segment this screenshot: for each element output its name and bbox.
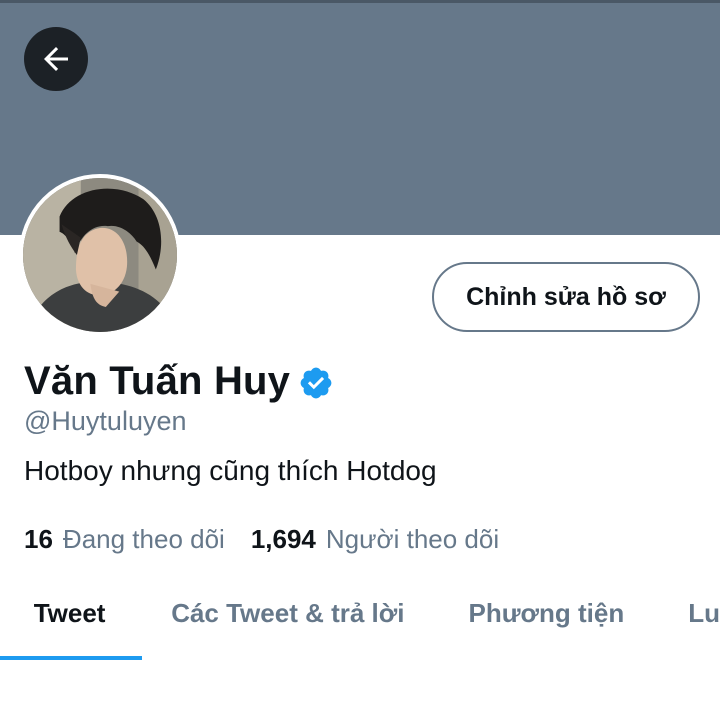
tab-media-label: Phương tiện xyxy=(468,597,625,628)
following-count: 16 xyxy=(24,524,53,554)
name-row: Văn Tuấn Huy xyxy=(24,353,334,409)
active-tab-indicator xyxy=(0,656,142,660)
profile-photo xyxy=(23,178,177,332)
following-label: Đang theo dõi xyxy=(62,524,225,554)
tab-tweets-label: Tweet xyxy=(33,597,106,628)
followers-stat[interactable]: 1,694 Người theo dõi xyxy=(251,524,499,555)
follow-stats: 16 Đang theo dõi 1,694 Người theo dõi xyxy=(24,524,525,555)
following-stat[interactable]: 16 Đang theo dõi xyxy=(24,524,225,555)
followers-count: 1,694 xyxy=(250,524,316,554)
profile-tabs: Tweet Các Tweet & trả lời Phương tiện Lu xyxy=(0,578,720,662)
tab-replies-label: Các Tweet & trả lời xyxy=(171,597,405,628)
profile-handle: @Huytuluyen xyxy=(24,406,187,436)
tab-media[interactable]: Phương tiện xyxy=(468,578,624,648)
avatar[interactable] xyxy=(19,174,181,336)
tab-likes[interactable]: Lu xyxy=(688,578,720,648)
profile-bio: Hotboy nhưng cũng thích Hotdog xyxy=(24,455,437,486)
back-button[interactable] xyxy=(24,27,88,91)
verified-badge-icon xyxy=(300,367,332,399)
tab-tweets[interactable]: Tweet xyxy=(0,578,142,660)
arrow-left-icon xyxy=(44,47,68,71)
display-name: Văn Tuấn Huy xyxy=(24,358,291,403)
followers-label: Người theo dõi xyxy=(325,524,500,554)
edit-profile-button[interactable]: Chỉnh sửa hồ sơ xyxy=(432,262,700,332)
tab-likes-label: Lu xyxy=(688,597,720,628)
tab-tweets-and-replies[interactable]: Các Tweet & trả lời xyxy=(171,578,404,648)
